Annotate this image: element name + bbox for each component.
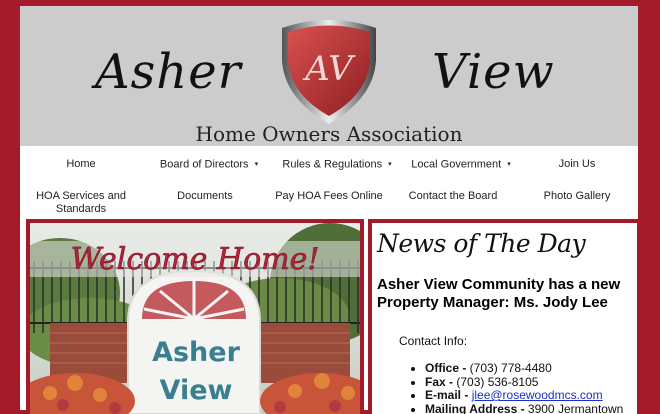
- fax-label: Fax -: [425, 375, 453, 389]
- office-value: (703) 778-4480: [466, 361, 551, 375]
- sign-text-line1: Asher: [152, 337, 241, 368]
- header-banner: Asher AV View Home Owners Association: [20, 6, 638, 146]
- nav-join-us[interactable]: Join Us: [516, 158, 638, 171]
- main-navigation: Home Board of Directors ▾ Rules & Regulat…: [20, 147, 638, 223]
- shield-logo-icon: AV: [278, 14, 380, 126]
- chevron-down-icon: ▾: [507, 158, 511, 171]
- news-headline: Asher View Community has a new Property …: [377, 276, 632, 312]
- address-label: Mailing Address -: [425, 402, 525, 414]
- nav-local-government[interactable]: Local Government ▾: [396, 158, 526, 171]
- nav-label: Board of Directors: [160, 158, 249, 170]
- header-subtitle: Home Owners Association: [20, 122, 638, 146]
- contact-list: Office - (703) 778-4480 Fax - (703) 536-…: [377, 362, 632, 414]
- news-title: News of The Day: [377, 229, 632, 258]
- nav-photo-gallery[interactable]: Photo Gallery: [516, 190, 638, 203]
- nav-label: Documents: [177, 190, 233, 202]
- contact-mailing-address: Mailing Address - 3900 Jermantown Rd. (S…: [425, 403, 632, 414]
- office-label: Office -: [425, 361, 466, 375]
- nav-pay-hoa-fees[interactable]: Pay HOA Fees Online: [268, 190, 390, 203]
- nav-rules-regulations[interactable]: Rules & Regulations ▾: [270, 158, 404, 171]
- nav-label: Join Us: [559, 158, 596, 170]
- contact-info-label: Contact Info:: [399, 334, 632, 348]
- nav-label: Contact the Board: [409, 190, 498, 202]
- welcome-sign-image: Welcome Home! Asher View: [30, 223, 360, 414]
- email-link[interactable]: jlee@rosewoodmcs.com: [472, 388, 603, 402]
- contact-email: E-mail - jlee@rosewoodmcs.com: [425, 389, 632, 403]
- nav-hoa-services[interactable]: HOA Services and Standards: [20, 190, 142, 216]
- nav-label: HOA Services and Standards: [36, 190, 126, 215]
- nav-label: Pay HOA Fees Online: [275, 190, 383, 202]
- nav-home[interactable]: Home: [20, 158, 142, 171]
- nav-label: Photo Gallery: [544, 190, 611, 202]
- welcome-headline: Welcome Home!: [71, 242, 320, 277]
- nav-documents[interactable]: Documents: [144, 190, 266, 203]
- logo-word-left: Asher: [95, 44, 242, 100]
- email-label: E-mail -: [425, 388, 468, 402]
- logo-word-right: View: [432, 44, 555, 100]
- nav-board-of-directors[interactable]: Board of Directors ▾: [144, 158, 274, 171]
- shield-monogram: AV: [302, 49, 356, 89]
- chevron-down-icon: ▾: [255, 158, 259, 171]
- chevron-down-icon: ▾: [388, 158, 392, 171]
- welcome-photo: Welcome Home! Asher View: [26, 219, 364, 414]
- contact-fax: Fax - (703) 536-8105: [425, 376, 632, 390]
- nav-label: Rules & Regulations: [282, 158, 382, 170]
- nav-label: Local Government: [411, 158, 501, 170]
- fax-value: (703) 536-8105: [453, 375, 538, 389]
- nav-contact-board[interactable]: Contact the Board: [392, 190, 514, 203]
- contact-office: Office - (703) 778-4480: [425, 362, 632, 376]
- nav-label: Home: [66, 158, 95, 170]
- page-container: Asher AV View Home Owners Association H: [20, 6, 638, 410]
- sign-text-line2: View: [160, 375, 233, 406]
- news-panel: News of The Day Asher View Community has…: [368, 219, 641, 414]
